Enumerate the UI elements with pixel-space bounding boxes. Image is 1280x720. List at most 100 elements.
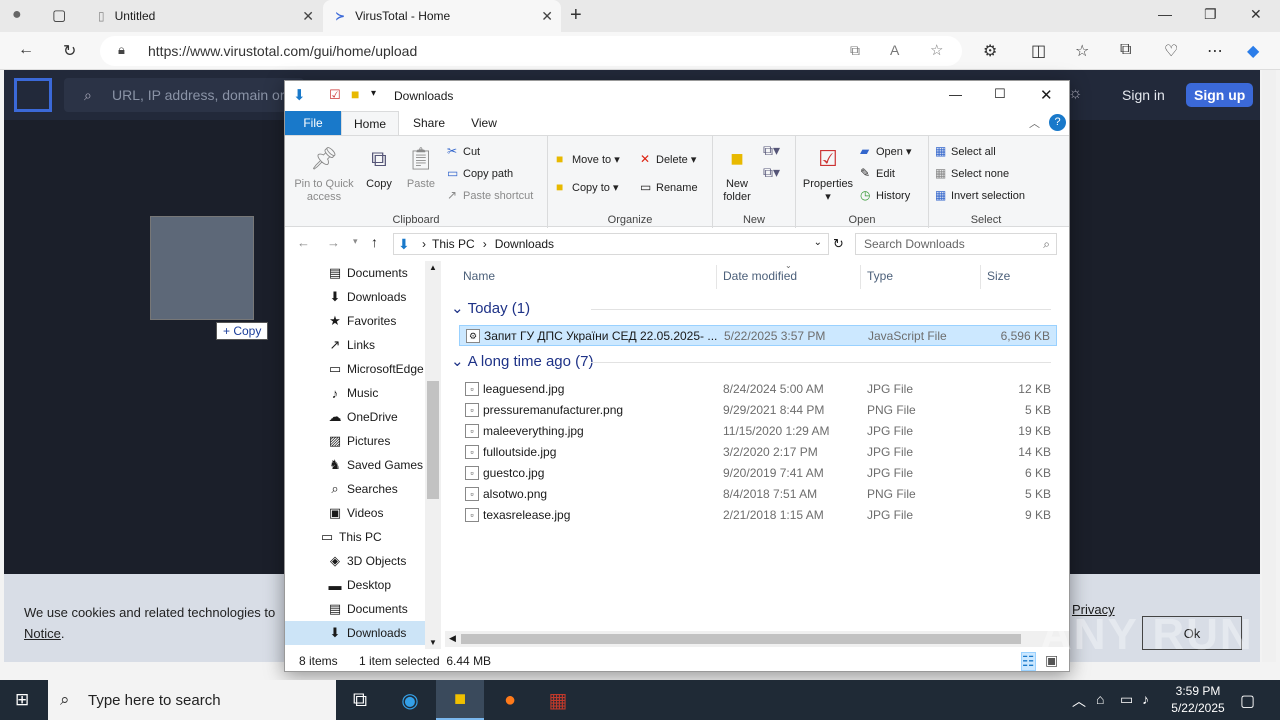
group-collapse-icon[interactable]: ⌄	[451, 299, 464, 317]
nav-item-downloads[interactable]: ⬇ Downloads	[285, 285, 425, 309]
new-item-icon[interactable]: ⧉▾	[763, 142, 780, 159]
column-type[interactable]: Type	[867, 269, 893, 283]
ribbon-tab-share[interactable]: Share	[403, 111, 455, 135]
nav-item-desktop[interactable]: ▬ Desktop	[285, 573, 425, 597]
collections-icon[interactable]: ⧉	[1120, 41, 1131, 59]
nav-item-onedrive[interactable]: ☁ OneDrive	[285, 405, 425, 429]
customize-toolbar-icon[interactable]: ▾	[371, 88, 376, 99]
nav-item-documents[interactable]: ▤ Documents	[285, 597, 425, 621]
scroll-down-icon[interactable]: ▼	[429, 638, 437, 647]
minimize-icon[interactable]: —	[1158, 6, 1172, 22]
extensions-icon[interactable]: ⚙	[983, 41, 997, 61]
notice-link[interactable]: Notice	[24, 626, 61, 641]
read-aloud-icon[interactable]: A	[890, 42, 899, 58]
breadcrumb-this-pc[interactable]: This PC	[432, 237, 475, 251]
nav-item-microsoftedge[interactable]: ▭ MicrosoftEdge	[285, 357, 425, 381]
app-available-icon[interactable]: ⧉	[850, 42, 860, 59]
copy-path-button[interactable]: ▭ Copy path	[447, 166, 513, 180]
ethernet-icon[interactable]: ▭	[1120, 691, 1133, 708]
ribbon-tab-view[interactable]: View	[461, 111, 507, 135]
edit-button[interactable]: ✎ Edit	[860, 166, 895, 180]
scroll-left-icon[interactable]: ◀	[449, 633, 456, 644]
help-icon[interactable]: ?	[1049, 114, 1066, 131]
tab-untitled[interactable]: ▯ Untitled ✕	[86, 0, 322, 32]
refresh-icon[interactable]: ↻	[63, 41, 76, 61]
group-header[interactable]: ⌄ A long time ago (7)	[451, 352, 1051, 370]
taskbar-search-input[interactable]: ⌕ Type here to search	[48, 680, 336, 720]
close-window-icon[interactable]: ✕	[1250, 6, 1262, 23]
nav-item-videos[interactable]: ▣ Videos	[285, 501, 425, 525]
nav-forward-icon[interactable]: →	[327, 235, 340, 250]
cut-button[interactable]: ✂ Cut	[447, 144, 480, 158]
favorite-star-icon[interactable]: ☆	[930, 41, 943, 59]
url-field[interactable]: 🔒︎ https://www.virustotal.com/gui/home/u…	[100, 36, 962, 66]
select-all-button[interactable]: ▦ Select all	[935, 144, 996, 158]
file-row[interactable]: ▫ guestco.jpg 9/20/2019 7:41 AM JPG File 6 K…	[459, 462, 1057, 483]
new-folder-button[interactable]: ■ New folder	[717, 144, 757, 204]
split-screen-icon[interactable]: ◫	[1031, 41, 1046, 61]
profile-icon[interactable]: ●	[12, 6, 22, 24]
group-collapse-icon[interactable]: ⌄	[451, 352, 464, 370]
new-folder-quick-icon[interactable]: ■	[351, 86, 359, 102]
file-row[interactable]: ⚙ Запит ГУ ДПС України СЕД 22.05.2025- ..…	[459, 325, 1057, 346]
file-row[interactable]: ▫ leaguesend.jpg 8/24/2024 5:00 AM JPG File…	[459, 378, 1057, 399]
start-button[interactable]: ⊞	[0, 680, 48, 720]
ribbon-tab-home[interactable]: Home	[341, 111, 399, 135]
column-date-modified[interactable]: Date modified	[723, 269, 797, 283]
tab-virustotal[interactable]: ≻ VirusTotal - Home ✕	[323, 0, 561, 32]
nav-scrollbar[interactable]: ▲ ▼	[425, 261, 441, 649]
nav-item-3d-objects[interactable]: ◈ 3D Objects	[285, 549, 425, 573]
volume-icon[interactable]: ♪	[1142, 691, 1149, 707]
history-button[interactable]: ◷ History	[860, 188, 910, 202]
horizontal-scroll-thumb[interactable]	[461, 634, 1021, 644]
task-view-icon[interactable]: ⧉	[336, 680, 384, 720]
breadcrumb[interactable]: ⬇ › This PC › Downloads ⌄	[393, 233, 829, 255]
address-dropdown-icon[interactable]: ⌄	[814, 237, 822, 248]
details-view-icon[interactable]: ☷	[1021, 652, 1036, 671]
copy-button[interactable]: ⧉ Copy	[361, 144, 397, 191]
copilot-icon[interactable]: ◆	[1247, 41, 1259, 61]
properties-button[interactable]: ☑ Properties ▾	[800, 144, 856, 204]
quick-access-download-icon[interactable]: ⬇	[293, 86, 306, 104]
group-header[interactable]: ⌄ Today (1)	[451, 299, 1051, 317]
file-row[interactable]: ▫ maleeverything.jpg 11/15/2020 1:29 AM JPG…	[459, 420, 1057, 441]
favorites-icon[interactable]: ☆	[1075, 41, 1089, 61]
virustotal-logo-icon[interactable]	[14, 78, 52, 112]
nav-item-favorites[interactable]: ★ Favorites	[285, 309, 425, 333]
close-tab-icon[interactable]: ✕	[302, 8, 314, 25]
more-menu-icon[interactable]: ⋯	[1207, 41, 1223, 61]
nav-item-documents[interactable]: ▤ Documents	[285, 261, 425, 285]
edge-icon[interactable]: ◉	[386, 680, 434, 720]
ribbon-tab-file[interactable]: File	[285, 111, 341, 135]
nav-item-links[interactable]: ↗ Links	[285, 333, 425, 357]
recent-locations-icon[interactable]: ▾	[353, 236, 358, 247]
select-none-button[interactable]: ▦ Select none	[935, 166, 1009, 180]
file-row[interactable]: ▫ alsotwo.png 8/4/2018 7:51 AM PNG File 5 KB	[459, 483, 1057, 504]
file-row[interactable]: ▫ texasrelease.jpg 2/21/2018 1:15 AM JPG Fi…	[459, 504, 1057, 525]
file-explorer-icon[interactable]: ■	[436, 680, 484, 720]
easy-access-icon[interactable]: ⧉▾	[763, 164, 780, 181]
scroll-up-icon[interactable]: ▲	[429, 263, 437, 272]
properties-check-icon[interactable]: ☑	[329, 87, 341, 103]
signup-button[interactable]: Sign up	[1186, 83, 1254, 107]
move-to-button[interactable]: ■ Move to ▾	[556, 152, 620, 166]
browser-essentials-icon[interactable]: ♡	[1164, 41, 1178, 61]
show-hidden-icons[interactable]: ︿	[1072, 691, 1086, 711]
explorer-search-input[interactable]: Search Downloads ⌕	[855, 233, 1057, 255]
refresh-icon[interactable]: ↻	[833, 236, 844, 252]
nav-item-saved-games[interactable]: ♞ Saved Games	[285, 453, 425, 477]
collapse-ribbon-icon[interactable]: ︿	[1029, 115, 1040, 131]
open-button[interactable]: ▰ Open ▾	[860, 144, 912, 158]
invert-selection-button[interactable]: ▦ Invert selection	[935, 188, 1025, 202]
vt-search-input[interactable]: ⌕ URL, IP address, domain or fi	[64, 78, 304, 112]
close-window-icon[interactable]: ✕	[1040, 86, 1053, 104]
maximize-icon[interactable]: ☐	[994, 86, 1006, 102]
file-row[interactable]: ▫ fulloutside.jpg 3/2/2020 2:17 PM JPG File…	[459, 441, 1057, 462]
theme-toggle-icon[interactable]: ☼	[1068, 85, 1083, 103]
nav-item-downloads[interactable]: ⬇ Downloads	[285, 621, 425, 645]
file-row[interactable]: ▫ pressuremanufacturer.png 9/29/2021 8:44 …	[459, 399, 1057, 420]
nav-item-this-pc[interactable]: ▭ This PC	[285, 525, 425, 549]
tab-actions-icon[interactable]: ▢	[52, 6, 66, 24]
paste-shortcut-button[interactable]: ↗ Paste shortcut	[447, 188, 533, 202]
notifications-icon[interactable]: ▢	[1240, 691, 1255, 711]
